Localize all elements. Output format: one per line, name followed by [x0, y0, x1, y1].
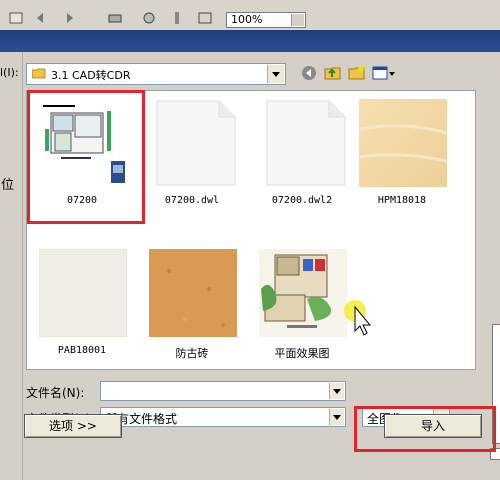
- mouse-cursor-icon: [344, 300, 372, 336]
- tile-thumbnail: [39, 249, 127, 337]
- file-item[interactable]: 07200.dwl: [137, 91, 247, 221]
- print-icon[interactable]: [106, 10, 124, 26]
- dialog-title-bar: [0, 30, 500, 52]
- look-in-value: 3.1 CAD转CDR: [51, 69, 131, 82]
- tile-thumbnail: [359, 99, 447, 187]
- file-item[interactable]: HPM18018: [347, 91, 457, 221]
- up-folder-icon[interactable]: [324, 64, 342, 82]
- filetype-select[interactable]: 所有文件格式: [100, 407, 346, 427]
- file-name: 07200.dwl2: [271, 195, 333, 206]
- selection-highlight: [27, 90, 145, 224]
- file-item[interactable]: 防古砖: [137, 241, 247, 369]
- file-name: HPM18018: [377, 195, 427, 206]
- file-item[interactable]: PAB18001: [27, 241, 137, 369]
- floorplan-thumbnail: [259, 249, 347, 337]
- file-name: 平面效果图: [274, 347, 330, 360]
- redo-icon[interactable]: [58, 10, 76, 26]
- zoom-select[interactable]: 100%: [226, 12, 306, 28]
- toolbar-button-icon[interactable]: [8, 10, 26, 26]
- file-name: 防古砖: [175, 347, 209, 360]
- file-name: PAB18001: [57, 345, 107, 356]
- folder-icon: [32, 68, 46, 79]
- chevron-down-icon[interactable]: [267, 65, 284, 83]
- view-menu-icon[interactable]: [372, 64, 396, 82]
- app-toolbar: 100%: [0, 0, 500, 31]
- chevron-down-icon[interactable]: [329, 409, 344, 425]
- file-item[interactable]: 平面效果图: [247, 241, 357, 369]
- tool-icon[interactable]: [140, 10, 158, 26]
- pen-icon[interactable]: [168, 10, 186, 26]
- look-in-label: l(I):: [0, 66, 19, 79]
- tile-thumbnail: [149, 249, 237, 337]
- file-name: 07200.dwl: [164, 195, 220, 206]
- zoom-value: 100%: [231, 13, 263, 26]
- left-panel: 位: [0, 52, 23, 480]
- import-highlight: [354, 406, 496, 452]
- document-icon: [266, 100, 346, 186]
- chevron-down-icon[interactable]: [291, 14, 304, 26]
- undo-icon[interactable]: [34, 10, 52, 26]
- chevron-down-icon[interactable]: [329, 383, 344, 399]
- look-in-select[interactable]: 3.1 CAD转CDR: [26, 63, 286, 85]
- left-panel-label: 位: [1, 178, 15, 193]
- document-icon: [156, 100, 236, 186]
- new-folder-icon[interactable]: [348, 64, 366, 82]
- snap-icon[interactable]: [196, 10, 214, 26]
- filename-input[interactable]: [100, 381, 346, 401]
- file-item[interactable]: 07200.dwl2: [247, 91, 357, 221]
- filename-label: 文件名(N):: [26, 386, 85, 400]
- options-button[interactable]: 选项 >>: [24, 414, 122, 438]
- back-icon[interactable]: [300, 64, 318, 82]
